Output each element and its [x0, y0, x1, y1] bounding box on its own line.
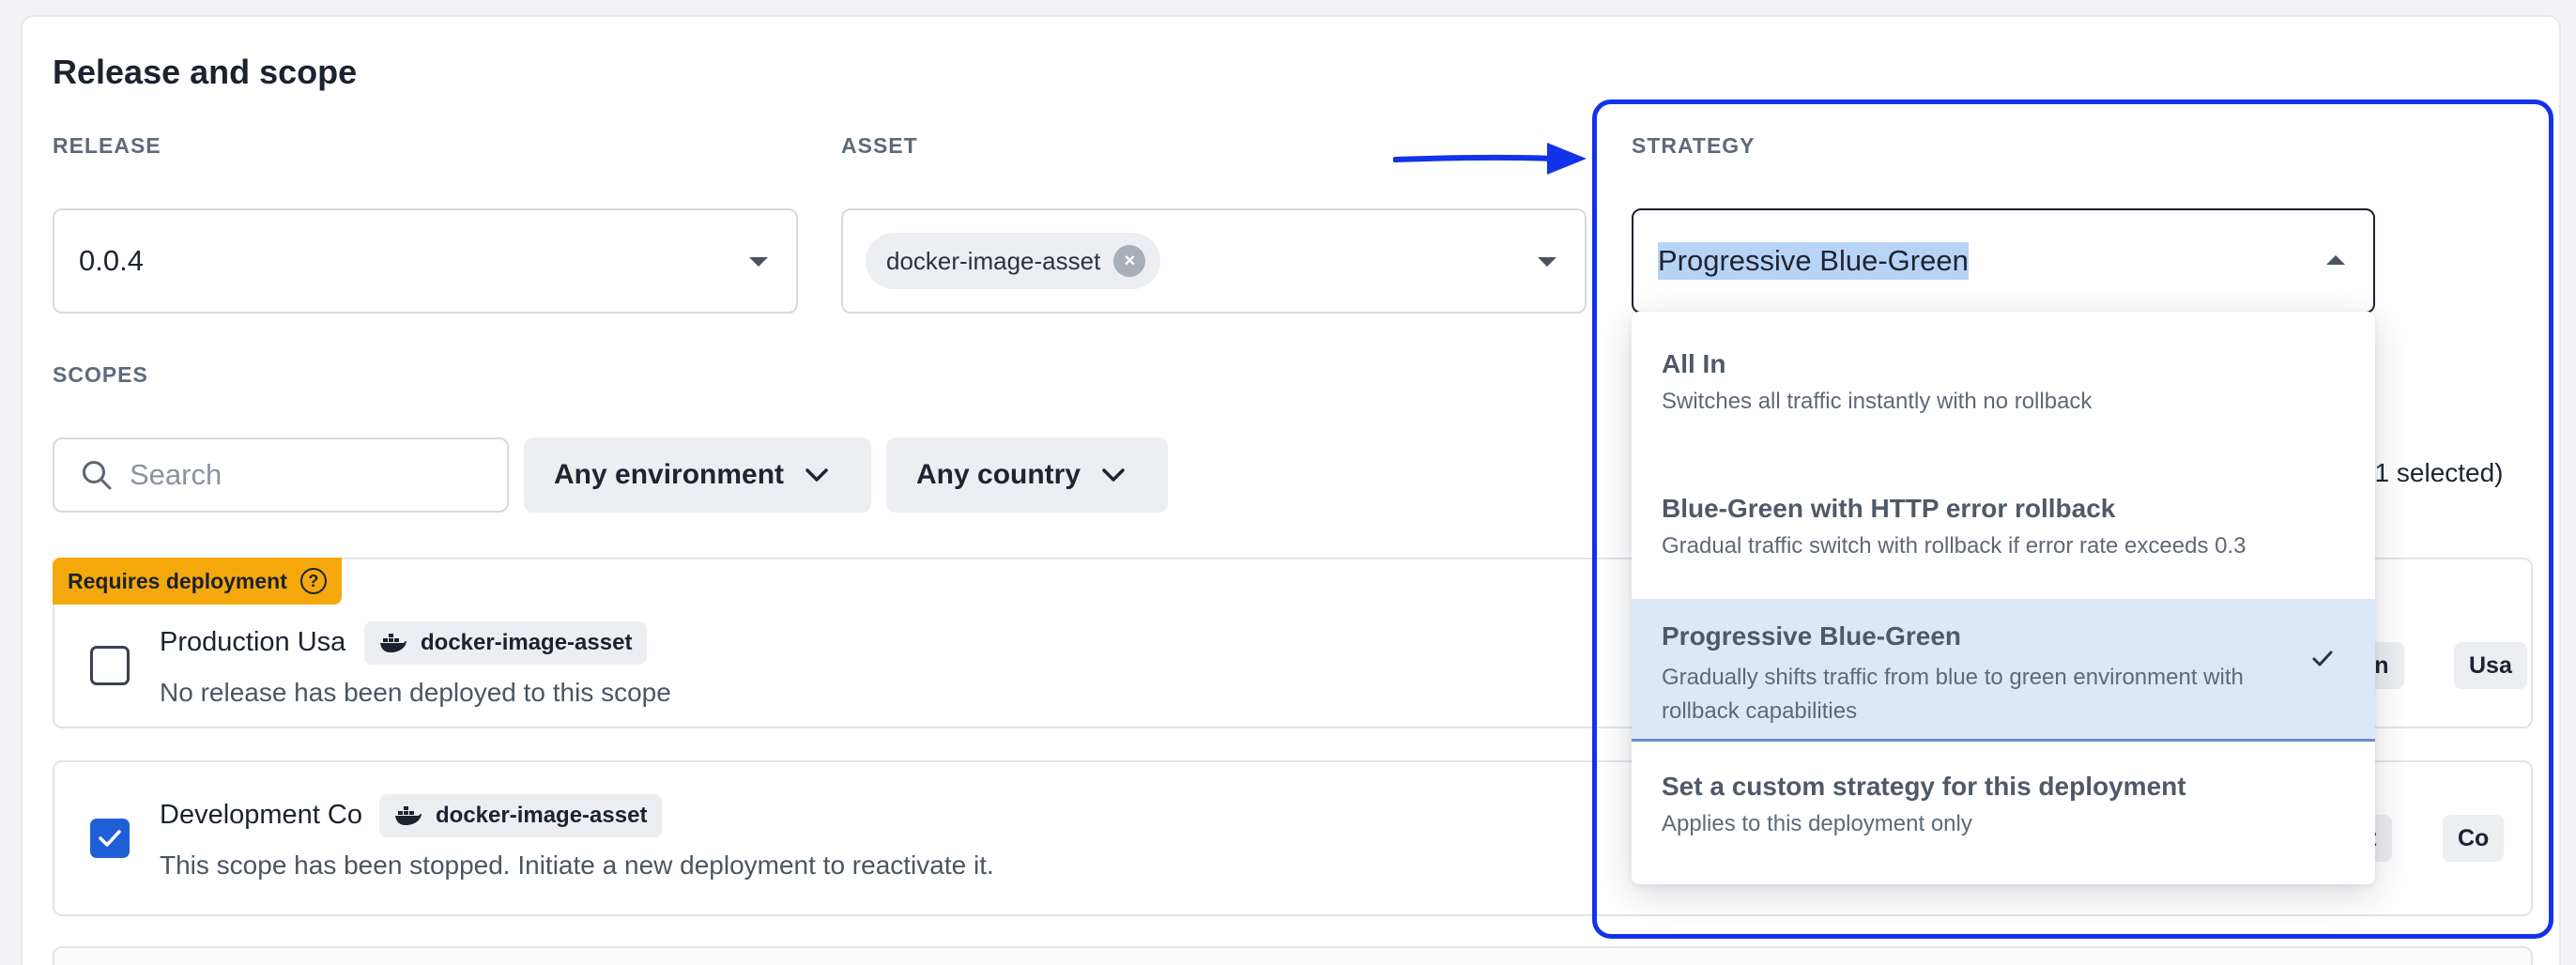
- section-title: Release and scope: [53, 53, 358, 91]
- environment-filter[interactable]: Any environment: [524, 437, 871, 513]
- country-filter-label: Any country: [916, 459, 1081, 490]
- scope-asset-label: docker-image-asset: [421, 630, 633, 655]
- asset-label: ASSET: [841, 133, 918, 158]
- caret-down-icon: [749, 257, 768, 267]
- badge-label: Requires deployment: [68, 568, 287, 593]
- scope-checkbox[interactable]: [90, 819, 130, 858]
- chevron-down-icon: [1102, 468, 1125, 482]
- scope-description: This scope has been stopped. Initiate a …: [160, 850, 994, 880]
- strategy-dropdown-menu: All In Switches all traffic instantly wi…: [1632, 312, 2375, 884]
- help-icon[interactable]: ?: [299, 568, 327, 594]
- search-placeholder: Search: [130, 458, 222, 491]
- release-label: RELEASE: [53, 133, 161, 158]
- chevron-down-icon: [805, 468, 828, 482]
- environment-filter-label: Any environment: [554, 459, 785, 490]
- docker-icon: [395, 806, 422, 825]
- scope-asset-tag: docker-image-asset: [379, 794, 663, 837]
- strategy-label: STRATEGY: [1632, 133, 1756, 158]
- asset-chip: docker-image-asset ×: [866, 233, 1161, 289]
- release-value: 0.0.4: [79, 244, 144, 277]
- strategy-value[interactable]: Progressive Blue-Green: [1658, 242, 1969, 280]
- option-description: Gradually shifts traffic from blue to gr…: [1662, 665, 2244, 724]
- scope-checkbox[interactable]: [90, 646, 130, 685]
- option-title: Progressive Blue-Green: [1662, 621, 1962, 651]
- remove-chip-icon[interactable]: ×: [1113, 245, 1146, 277]
- option-description: Switches all traffic instantly with no r…: [1662, 389, 2093, 414]
- caret-down-icon: [1538, 257, 1556, 267]
- strategy-select[interactable]: Progressive Blue-Green: [1632, 208, 2375, 314]
- scope-name: Development Co: [160, 800, 362, 830]
- option-title: Set a custom strategy for this deploymen…: [1662, 772, 2186, 801]
- option-title: Blue-Green with HTTP error rollback: [1662, 494, 2116, 523]
- scope-asset-tag: docker-image-asset: [364, 621, 648, 665]
- scope-tag-country: Usa: [2454, 642, 2527, 689]
- strategy-option-progressive-blue-green[interactable]: Progressive Blue-Green Gradually shifts …: [1632, 599, 2375, 742]
- docker-icon: [380, 634, 406, 652]
- asset-select[interactable]: docker-image-asset ×: [841, 208, 1587, 314]
- scope-description: No release has been deployed to this sco…: [160, 678, 671, 707]
- scope-search[interactable]: Search: [53, 437, 509, 513]
- option-description: Applies to this deployment only: [1662, 811, 1972, 836]
- scope-asset-label: docker-image-asset: [436, 803, 648, 828]
- scope-name: Production Usa: [160, 627, 346, 657]
- strategy-option-all-in[interactable]: All In Switches all traffic instantly wi…: [1632, 349, 2375, 443]
- option-description: Gradual traffic switch with rollback if …: [1662, 533, 2246, 559]
- strategy-option-custom[interactable]: Set a custom strategy for this deploymen…: [1632, 768, 2375, 871]
- scope-row-partial: [53, 946, 2533, 965]
- search-icon: [83, 461, 112, 490]
- scopes-label: SCOPES: [53, 362, 148, 387]
- requires-deployment-badge: Requires deployment ?: [53, 558, 342, 605]
- option-title: All In: [1662, 349, 1726, 378]
- caret-up-icon: [2326, 255, 2345, 265]
- check-icon: [99, 830, 121, 847]
- country-filter[interactable]: Any country: [886, 437, 1168, 513]
- release-select[interactable]: 0.0.4: [53, 208, 798, 314]
- asset-chip-label: docker-image-asset: [886, 246, 1101, 275]
- strategy-option-blue-green-http[interactable]: Blue-Green with HTTP error rollback Grad…: [1632, 494, 2375, 588]
- scope-tag-country: Co: [2443, 815, 2505, 862]
- check-icon: [2312, 651, 2333, 666]
